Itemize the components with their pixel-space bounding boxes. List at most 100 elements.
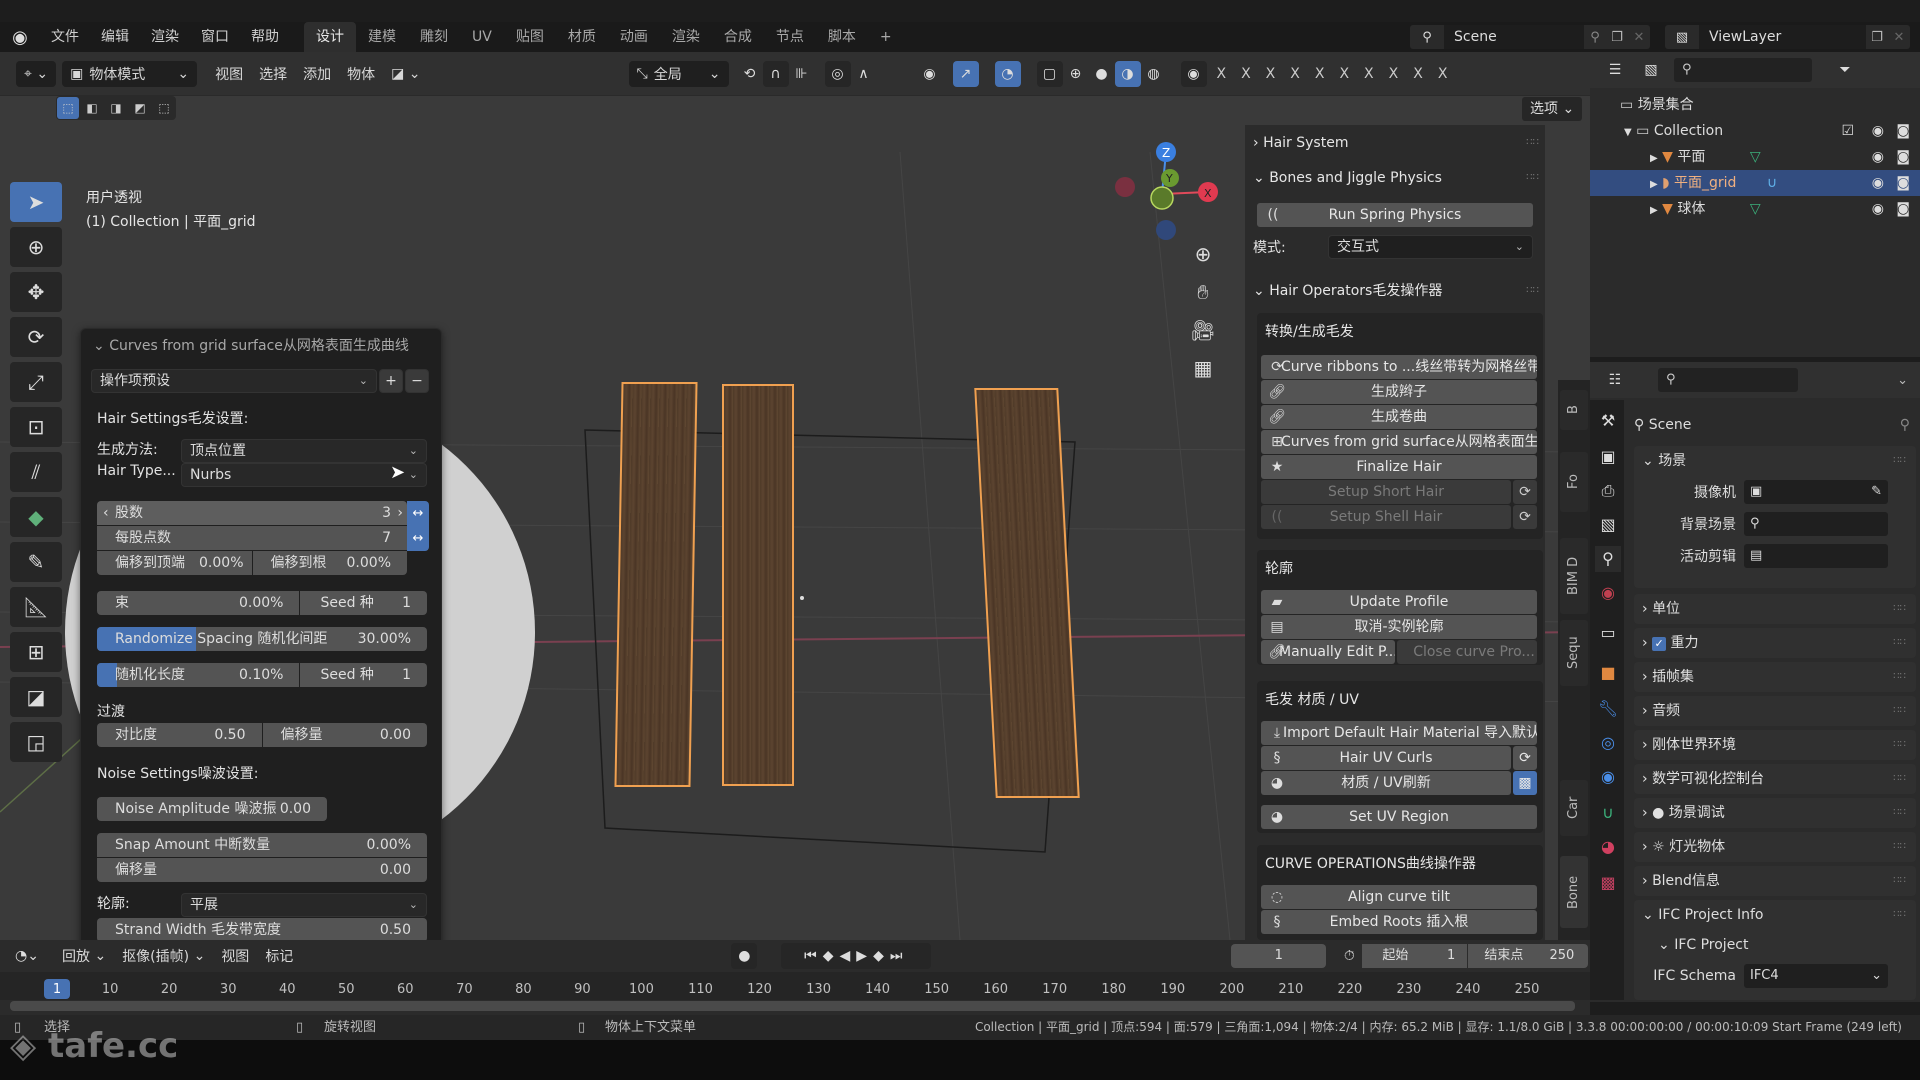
cancel-instance-button[interactable]: ▤ 取消-实例轮廓 bbox=[1261, 615, 1537, 639]
decrement-arrow-icon[interactable]: ‹ bbox=[103, 501, 109, 525]
rotate-tool-icon[interactable]: ⟳ bbox=[10, 317, 62, 357]
bones-jiggle-header[interactable]: ⌄ Bones and Jiggle Physics ∷∷ bbox=[1253, 165, 1543, 191]
section-keying-sets[interactable]: › 插帧集 ∷∷ bbox=[1634, 662, 1916, 692]
drag-handle-icon[interactable]: ∷∷ bbox=[1526, 278, 1539, 304]
expand-arrow-icon[interactable]: ▶ bbox=[1650, 153, 1658, 164]
filter-icon[interactable]: ⏷ bbox=[1832, 57, 1858, 83]
expand-arrow-icon[interactable]: ▼ bbox=[1624, 127, 1632, 138]
camera-view-icon[interactable]: 🎥︎ bbox=[1188, 318, 1218, 356]
hair-system-header[interactable]: › Hair System ∷∷ bbox=[1253, 130, 1543, 156]
generate-braid-button[interactable]: 🔗︎ 生成辫子 bbox=[1261, 380, 1537, 404]
shear-tool-icon[interactable]: ◪ bbox=[10, 677, 62, 717]
workspace-tab-animation[interactable]: 动画 bbox=[608, 22, 660, 52]
eyedropper-icon[interactable]: ✎ bbox=[1871, 480, 1882, 504]
proportional-edit-icon[interactable]: ◎ bbox=[824, 60, 851, 87]
drag-handle-icon[interactable]: ∷∷ bbox=[1893, 764, 1906, 794]
drag-handle-icon[interactable]: ∷∷ bbox=[1893, 628, 1906, 658]
world-tab-icon[interactable]: ◉ bbox=[1595, 580, 1621, 606]
bend-tool-icon[interactable]: ◲ bbox=[10, 722, 62, 762]
add-cube-tool-icon[interactable]: ◆ bbox=[10, 497, 62, 537]
menu-render[interactable]: 渲染 bbox=[140, 22, 190, 52]
new-scene-icon[interactable]: ❐ bbox=[1606, 30, 1628, 45]
menu-add[interactable]: 添加 bbox=[295, 61, 339, 87]
close-curve-button[interactable]: Close curve Pro... bbox=[1397, 640, 1537, 664]
material-shading-icon[interactable]: ◑ bbox=[1114, 60, 1141, 87]
physics-tab-icon[interactable]: ◉ bbox=[1595, 764, 1621, 790]
select-intersect-icon[interactable]: ⬚ bbox=[153, 97, 175, 119]
visibility-selectability-icon[interactable]: ◉ bbox=[917, 61, 943, 87]
profile-dropdown[interactable]: 平展 ⌄ bbox=[181, 893, 427, 917]
zoom-icon[interactable]: ⊕ bbox=[1188, 242, 1218, 280]
pin-icon[interactable]: ⚲ bbox=[1900, 410, 1910, 440]
sidebar-tab-car[interactable]: Car bbox=[1560, 780, 1588, 836]
view-layer-selector[interactable]: ▧ ViewLayer ❐ ✕ bbox=[1665, 25, 1910, 49]
manual-edit-button[interactable]: 🔗︎ Manually Edit P... bbox=[1261, 640, 1395, 664]
increment-arrow-icon[interactable]: › bbox=[397, 501, 403, 525]
workspace-tab-sculpting[interactable]: 雕刻 bbox=[408, 22, 460, 52]
pin-icon[interactable]: ⚲ bbox=[1584, 30, 1606, 45]
drag-handle-icon[interactable]: ∷∷ bbox=[1893, 662, 1906, 692]
link-toggle-icons[interactable]: ↔ ↔ bbox=[407, 501, 429, 551]
curve-ribbons-button[interactable]: ⟳ Curve ribbons to ...线丝带转为网格丝带 bbox=[1261, 355, 1537, 379]
seed-field-2[interactable]: Seed 种 1 bbox=[300, 663, 427, 687]
section-math-vis[interactable]: › 数学可视化控制台 ∷∷ bbox=[1634, 764, 1916, 794]
menu-file[interactable]: 文件 bbox=[40, 22, 90, 52]
orientation-dropdown[interactable]: ⤡ 全局 ⌄ bbox=[628, 60, 729, 87]
sidebar-tab-bim[interactable]: BIM D bbox=[1560, 538, 1588, 614]
ifc-project-header[interactable]: ⌄ IFC Project bbox=[1634, 930, 1916, 960]
editor-type-icon[interactable]: ☷ bbox=[1602, 367, 1628, 393]
workspace-tab-design[interactable]: 设计 bbox=[304, 22, 356, 52]
menu-help[interactable]: 帮助 bbox=[240, 22, 290, 52]
workspace-tab-compositing[interactable]: 合成 bbox=[712, 22, 764, 52]
points-per-strand-field[interactable]: 每股点数 7 bbox=[97, 526, 407, 550]
scene-tab-icon[interactable]: ⚲ bbox=[1595, 546, 1621, 572]
ifc-info-header[interactable]: ⌄ IFC Project Info ∷∷ bbox=[1634, 900, 1916, 930]
expand-arrow-icon[interactable]: ▶ bbox=[1650, 179, 1658, 190]
chevron-down-icon[interactable]: ⌄ bbox=[1897, 373, 1908, 388]
workspace-tab-uv[interactable]: UV bbox=[460, 22, 504, 52]
menu-object[interactable]: 物体 bbox=[339, 61, 383, 87]
object-tab-icon[interactable]: ■ bbox=[1595, 660, 1621, 686]
3d-viewport[interactable]: ⌖ ⌄ ▣ 物体模式 ⌄ 视图 选择 添加 物体 ◪ ⌄ ⤡ 全局 ⌄ ⟲ ∩ … bbox=[0, 52, 1590, 940]
short-hair-refresh-icon[interactable]: ⟳ bbox=[1513, 480, 1537, 504]
output-tab-icon[interactable]: ⎙ bbox=[1595, 478, 1621, 504]
sidebar-tab-fo[interactable]: Fo bbox=[1560, 452, 1588, 512]
generate-curl-button[interactable]: 🔗︎ 生成卷曲 bbox=[1261, 405, 1537, 429]
rendered-shading-icon[interactable]: ◍ bbox=[1141, 61, 1167, 87]
drag-handle-icon[interactable]: ∷∷ bbox=[1526, 130, 1539, 156]
drag-handle-icon[interactable]: ∷∷ bbox=[1893, 446, 1906, 476]
data-tab-icon[interactable]: ∪ bbox=[1595, 800, 1621, 826]
outliner-search-input[interactable]: ⚲ bbox=[1674, 58, 1812, 82]
snap-amount-field[interactable]: Snap Amount 中断数量 0.00% bbox=[97, 833, 427, 857]
scale-tool-icon[interactable]: ⤢ bbox=[10, 362, 62, 402]
delete-view-layer-icon[interactable]: ✕ bbox=[1888, 30, 1910, 45]
drag-handle-icon[interactable]: ∷∷ bbox=[1893, 832, 1906, 862]
contrast-field[interactable]: 对比度 0.50 bbox=[97, 723, 262, 747]
eye-icon[interactable]: ◉ bbox=[1872, 170, 1884, 196]
pan-hand-icon[interactable]: ✋︎ bbox=[1188, 280, 1218, 318]
active-clip-field[interactable]: ▤ bbox=[1744, 544, 1888, 568]
section-scene-debug[interactable]: › ● 场景调试 ∷∷ bbox=[1634, 798, 1916, 828]
display-mode-icon[interactable]: ☰ bbox=[1602, 57, 1628, 83]
select-extend-icon[interactable]: ◧ bbox=[81, 97, 103, 119]
transform-tool-icon[interactable]: ⊡ bbox=[10, 407, 62, 447]
workspace-tab-texture[interactable]: 贴图 bbox=[504, 22, 556, 52]
drag-handle-icon[interactable]: ∷∷ bbox=[1893, 696, 1906, 726]
workspace-tab-material[interactable]: 材质 bbox=[556, 22, 608, 52]
section-audio[interactable]: › 音频 ∷∷ bbox=[1634, 696, 1916, 726]
mode-dropdown[interactable]: ▣ 物体模式 ⌄ bbox=[62, 60, 198, 87]
editor-type-button[interactable]: ⌖ ⌄ bbox=[16, 60, 57, 87]
outliner-item-selected[interactable]: ▶ ◗ 平面_grid ∪ ◉ ◙ bbox=[1590, 170, 1920, 196]
eye-icon[interactable]: ◉ bbox=[1872, 144, 1884, 170]
ortho-grid-icon[interactable]: ▦ bbox=[1188, 356, 1218, 394]
camera-icon[interactable]: ◙ bbox=[1896, 196, 1910, 222]
material-uv-refresh-button[interactable]: ◕ 材质 / UV刷新 bbox=[1261, 771, 1511, 795]
outliner-item[interactable]: ▶ ▼ 平面 ▽ ◉ ◙ bbox=[1590, 144, 1920, 170]
hair-strand-1[interactable] bbox=[614, 382, 698, 787]
object-type-visibility-button[interactable]: ◪ ⌄ bbox=[383, 61, 428, 87]
offset-root-field[interactable]: 偏移到根 0.00% bbox=[252, 551, 407, 575]
drag-handle-icon[interactable]: ∷∷ bbox=[1893, 730, 1906, 760]
select-new-icon[interactable]: ⬚ bbox=[57, 97, 79, 119]
preset-dropdown[interactable]: 操作项预设 ⌄ bbox=[91, 369, 377, 393]
overlay-toggle-icon[interactable]: ◔ bbox=[994, 60, 1021, 87]
